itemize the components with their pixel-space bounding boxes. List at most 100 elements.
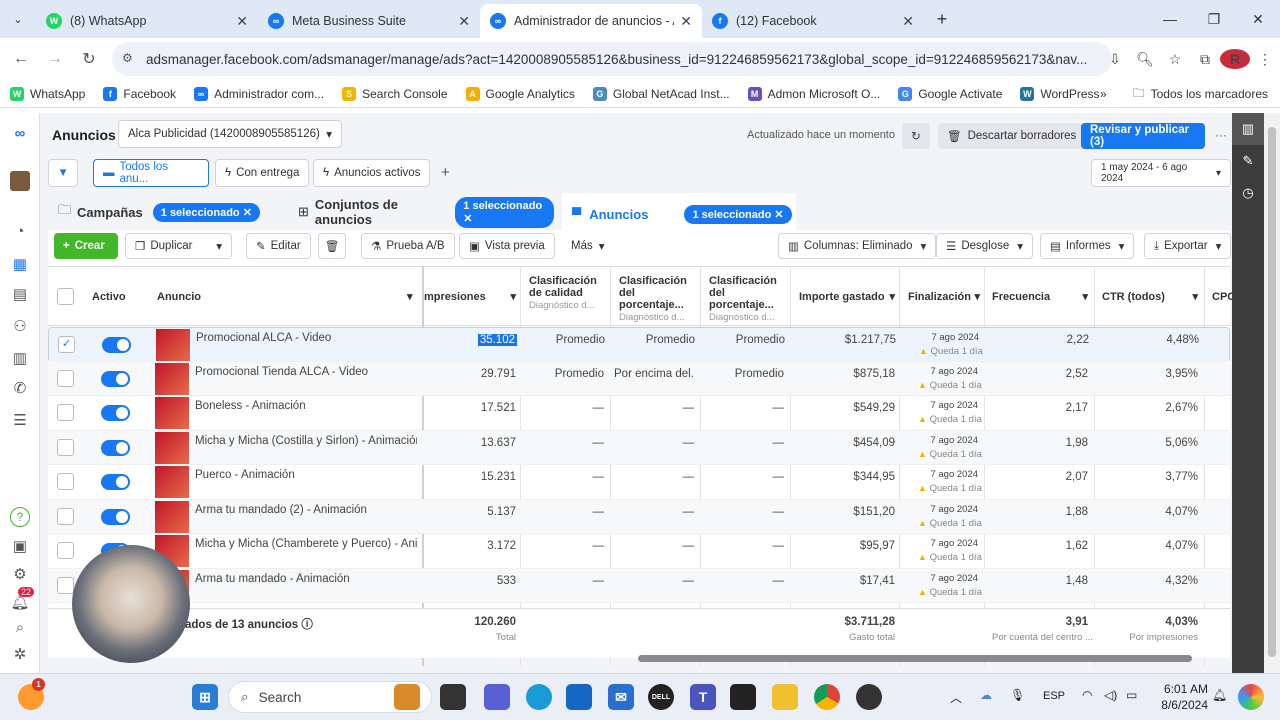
bookmark-item[interactable]: S Search Console bbox=[342, 86, 448, 101]
active-toggle[interactable] bbox=[101, 508, 130, 525]
meta-logo-icon[interactable]: ∞ bbox=[10, 125, 30, 145]
col-spent[interactable]: Importe gastado ▾ bbox=[799, 291, 895, 303]
horizontal-scrollbar[interactable] bbox=[638, 655, 1192, 662]
megaphone-icon[interactable]: ✆ bbox=[10, 379, 30, 399]
site-info-icon[interactable]: ⚙ bbox=[122, 51, 133, 65]
teams-chat-icon[interactable] bbox=[484, 684, 510, 710]
notifications-icon[interactable]: 🔔︎ 22 bbox=[10, 587, 35, 613]
bookmark-item[interactable]: ∞ Administrador com... bbox=[194, 86, 324, 101]
windows-start-icon[interactable]: ⊞ bbox=[192, 684, 218, 710]
row-checkbox[interactable] bbox=[57, 473, 74, 490]
campaigns-selected-pill[interactable]: 1 seleccionado ✕ bbox=[152, 202, 260, 222]
preview-button[interactable]: ▣ Vista previa bbox=[459, 233, 555, 259]
close-icon[interactable]: ✕ bbox=[463, 213, 472, 225]
date-range-picker[interactable]: 1 may 2024 - 6 ago 2024 ▾ bbox=[1091, 159, 1231, 187]
pages-icon[interactable]: ▤ bbox=[10, 285, 30, 305]
edge-icon[interactable] bbox=[526, 684, 552, 710]
mail-icon[interactable]: ✉ bbox=[608, 684, 634, 710]
ad-name-link[interactable]: Promocional Tienda ALCA - Video bbox=[195, 366, 417, 378]
extensions-icon[interactable]: ⧉ bbox=[1190, 51, 1220, 68]
row-checkbox[interactable]: ✓ bbox=[58, 336, 75, 353]
volume-icon[interactable]: ◁) bbox=[1104, 688, 1117, 702]
ad-thumbnail[interactable] bbox=[155, 500, 189, 533]
filter-button[interactable]: ▼ bbox=[48, 159, 78, 187]
bookmark-item[interactable]: G Global NetAcad Inst... bbox=[592, 86, 730, 101]
ads-selected-pill[interactable]: 1 seleccionado ✕ bbox=[684, 204, 792, 224]
row-checkbox[interactable] bbox=[57, 369, 74, 387]
more-options-icon[interactable]: ··· bbox=[1215, 128, 1227, 142]
col-ctr[interactable]: CTR (todos) ▾ bbox=[1102, 291, 1198, 303]
notifications-bell-icon[interactable]: 🔔︎ bbox=[1212, 688, 1227, 702]
export-button[interactable]: ⤓ Exportar ▾ bbox=[1144, 233, 1232, 259]
col-end[interactable]: Finalización ▾ bbox=[908, 291, 980, 303]
ab-test-button[interactable]: ⚗ Prueba A/B bbox=[361, 233, 455, 259]
table-row[interactable]: Micha y Micha (Costilla y Sirlon) - Anim… bbox=[48, 430, 1230, 465]
ad-name-link[interactable]: Micha y Micha (Costilla y Sirlon) - Anim… bbox=[195, 435, 417, 447]
back-icon[interactable]: ← bbox=[4, 50, 38, 68]
col-engagement[interactable]: Clasificación del porcentaje... Diagnósti… bbox=[619, 275, 695, 324]
close-tab-icon[interactable]: ✕ bbox=[236, 13, 248, 30]
minimize-icon[interactable]: — bbox=[1148, 11, 1192, 27]
browser-menu-icon[interactable]: ⋮ bbox=[1250, 51, 1280, 68]
store-icon[interactable] bbox=[566, 684, 592, 710]
dell-icon[interactable]: DELL bbox=[648, 684, 674, 710]
bookmark-item[interactable]: W WordPress bbox=[1020, 86, 1100, 101]
ads-manager-icon[interactable]: ▦ bbox=[10, 255, 30, 275]
row-checkbox[interactable] bbox=[57, 507, 74, 525]
onedrive-icon[interactable]: ☁ bbox=[980, 688, 992, 702]
tab-adsets[interactable]: ⊞ Conjuntos de anuncios 1 seleccionado ✕ bbox=[288, 191, 554, 233]
vertical-scrollbar[interactable] bbox=[1264, 113, 1280, 673]
profile-button[interactable]: R bbox=[1220, 49, 1250, 69]
info-icon[interactable]: ⓘ bbox=[301, 619, 313, 631]
reports-button[interactable]: ▤ Informes ▾ bbox=[1040, 233, 1135, 259]
tab-ads[interactable]: ▀ Anuncios 1 seleccionado ✕ bbox=[562, 193, 796, 235]
table-row[interactable]: Arma tu mandado (2) - Animación 5.137 — — — $… bbox=[48, 499, 1230, 534]
close-window-icon[interactable]: ✕ bbox=[1236, 11, 1280, 28]
filter-active-ads[interactable]: ϟ Anuncios activos bbox=[313, 159, 431, 187]
select-all-checkbox[interactable] bbox=[57, 288, 74, 305]
install-icon[interactable]: ⇩ bbox=[1100, 51, 1130, 68]
bookmark-item[interactable]: M Admon Microsoft O... bbox=[747, 86, 880, 101]
col-active[interactable]: Activo bbox=[92, 291, 126, 303]
close-icon[interactable]: ✕ bbox=[243, 207, 252, 219]
ad-thumbnail[interactable] bbox=[155, 362, 189, 395]
close-tab-icon[interactable]: ✕ bbox=[902, 13, 914, 30]
browser-tab-ads-manager[interactable]: ∞ Administrador de anuncios - Ad ✕ bbox=[480, 4, 702, 38]
filter-delivery[interactable]: ϟ Con entrega bbox=[215, 159, 310, 187]
recorder-icon[interactable] bbox=[856, 684, 882, 710]
edit-button[interactable]: ✎ Editar bbox=[246, 233, 311, 259]
duplicate-button[interactable]: ❐ Duplicar ▾ bbox=[125, 233, 232, 259]
active-toggle[interactable] bbox=[102, 337, 131, 353]
forward-icon[interactable]: → bbox=[38, 50, 72, 68]
terminal-icon[interactable] bbox=[440, 684, 466, 710]
copilot-icon[interactable] bbox=[1238, 684, 1264, 710]
settings-icon[interactable]: ⚙ bbox=[10, 565, 30, 585]
chevron-right-icon[interactable]: » bbox=[1100, 87, 1107, 101]
caret-down-icon[interactable]: ▾ bbox=[216, 239, 222, 253]
bookmark-item[interactable]: f Facebook bbox=[103, 86, 176, 101]
chart-icon[interactable]: ▥ bbox=[1232, 113, 1264, 145]
browser-tab-whatsapp[interactable]: W (8) WhatsApp ✕ bbox=[36, 4, 258, 38]
ad-name-link[interactable]: Boneless - Animación bbox=[195, 400, 417, 412]
ad-name-link[interactable]: Promocional ALCA - Video bbox=[196, 332, 418, 344]
all-bookmarks-link[interactable]: Todos los marcadores bbox=[1151, 87, 1268, 101]
col-impressions[interactable]: mpresiones ▾ bbox=[424, 291, 516, 303]
table-row[interactable]: Micha y Micha (Chamberete y Puerco) - An… bbox=[48, 534, 1230, 569]
url-field[interactable]: ⚙ adsmanager.facebook.com/adsmanager/mana… bbox=[112, 42, 1112, 76]
dashboard-icon[interactable]: ◔ bbox=[10, 223, 30, 243]
clock-icon[interactable]: ◷ bbox=[1232, 177, 1264, 209]
menu-icon[interactable]: ☰ bbox=[10, 411, 30, 431]
ad-thumbnail[interactable] bbox=[155, 466, 189, 498]
capcut-icon[interactable] bbox=[730, 684, 756, 710]
ad-thumbnail[interactable] bbox=[155, 431, 189, 464]
close-icon[interactable]: ✕ bbox=[774, 209, 783, 221]
create-button[interactable]: + Crear bbox=[54, 233, 118, 259]
bookmark-star-icon[interactable]: ☆ bbox=[1160, 51, 1190, 68]
firefox-icon[interactable]: 1 bbox=[18, 678, 45, 710]
active-toggle[interactable] bbox=[101, 474, 130, 490]
restore-icon[interactable]: ❐ bbox=[1192, 11, 1236, 28]
app-icon[interactable] bbox=[394, 684, 420, 710]
search-icon[interactable]: ⌕ bbox=[10, 619, 30, 639]
table-row[interactable]: Boneless - Animación 17.521 — — — $549,29 7 ag… bbox=[48, 396, 1230, 431]
scrollbar-thumb[interactable] bbox=[1268, 127, 1276, 657]
